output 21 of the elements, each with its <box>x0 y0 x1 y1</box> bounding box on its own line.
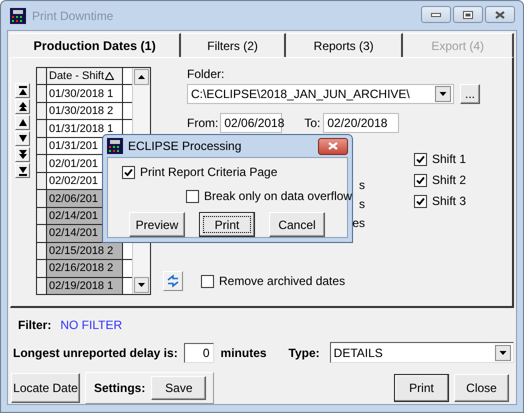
checkbox-label: Shift 3 <box>432 194 466 208</box>
checkbox-label: Shift 1 <box>432 152 466 166</box>
window-title: Print Downtime <box>32 8 114 22</box>
to-label: To: <box>304 116 320 130</box>
option-label: s <box>359 177 365 194</box>
type-label: Type: <box>288 346 320 360</box>
folder-label: Folder: <box>187 67 226 81</box>
checkbox-label: Remove archived dates <box>219 274 346 288</box>
filter-label: Filter: <box>18 318 52 332</box>
from-label: From: <box>187 116 218 130</box>
delay-label: Longest unreported delay is: <box>13 346 178 360</box>
option-label: s <box>359 196 365 213</box>
checkbox-label: Shift 2 <box>432 173 466 187</box>
checkbox-label: Print Report Criteria Page <box>140 165 278 179</box>
column-header-text: Date - Shift <box>49 70 104 82</box>
checkbox-label: Break only on data overflow <box>204 189 352 203</box>
minutes-label: minutes <box>220 346 267 360</box>
option-label: es <box>352 215 365 232</box>
settings-label: Settings: <box>94 381 146 395</box>
filter-value: NO FILTER <box>60 318 122 332</box>
dialog-title: ECLIPSE Processing <box>128 139 242 153</box>
